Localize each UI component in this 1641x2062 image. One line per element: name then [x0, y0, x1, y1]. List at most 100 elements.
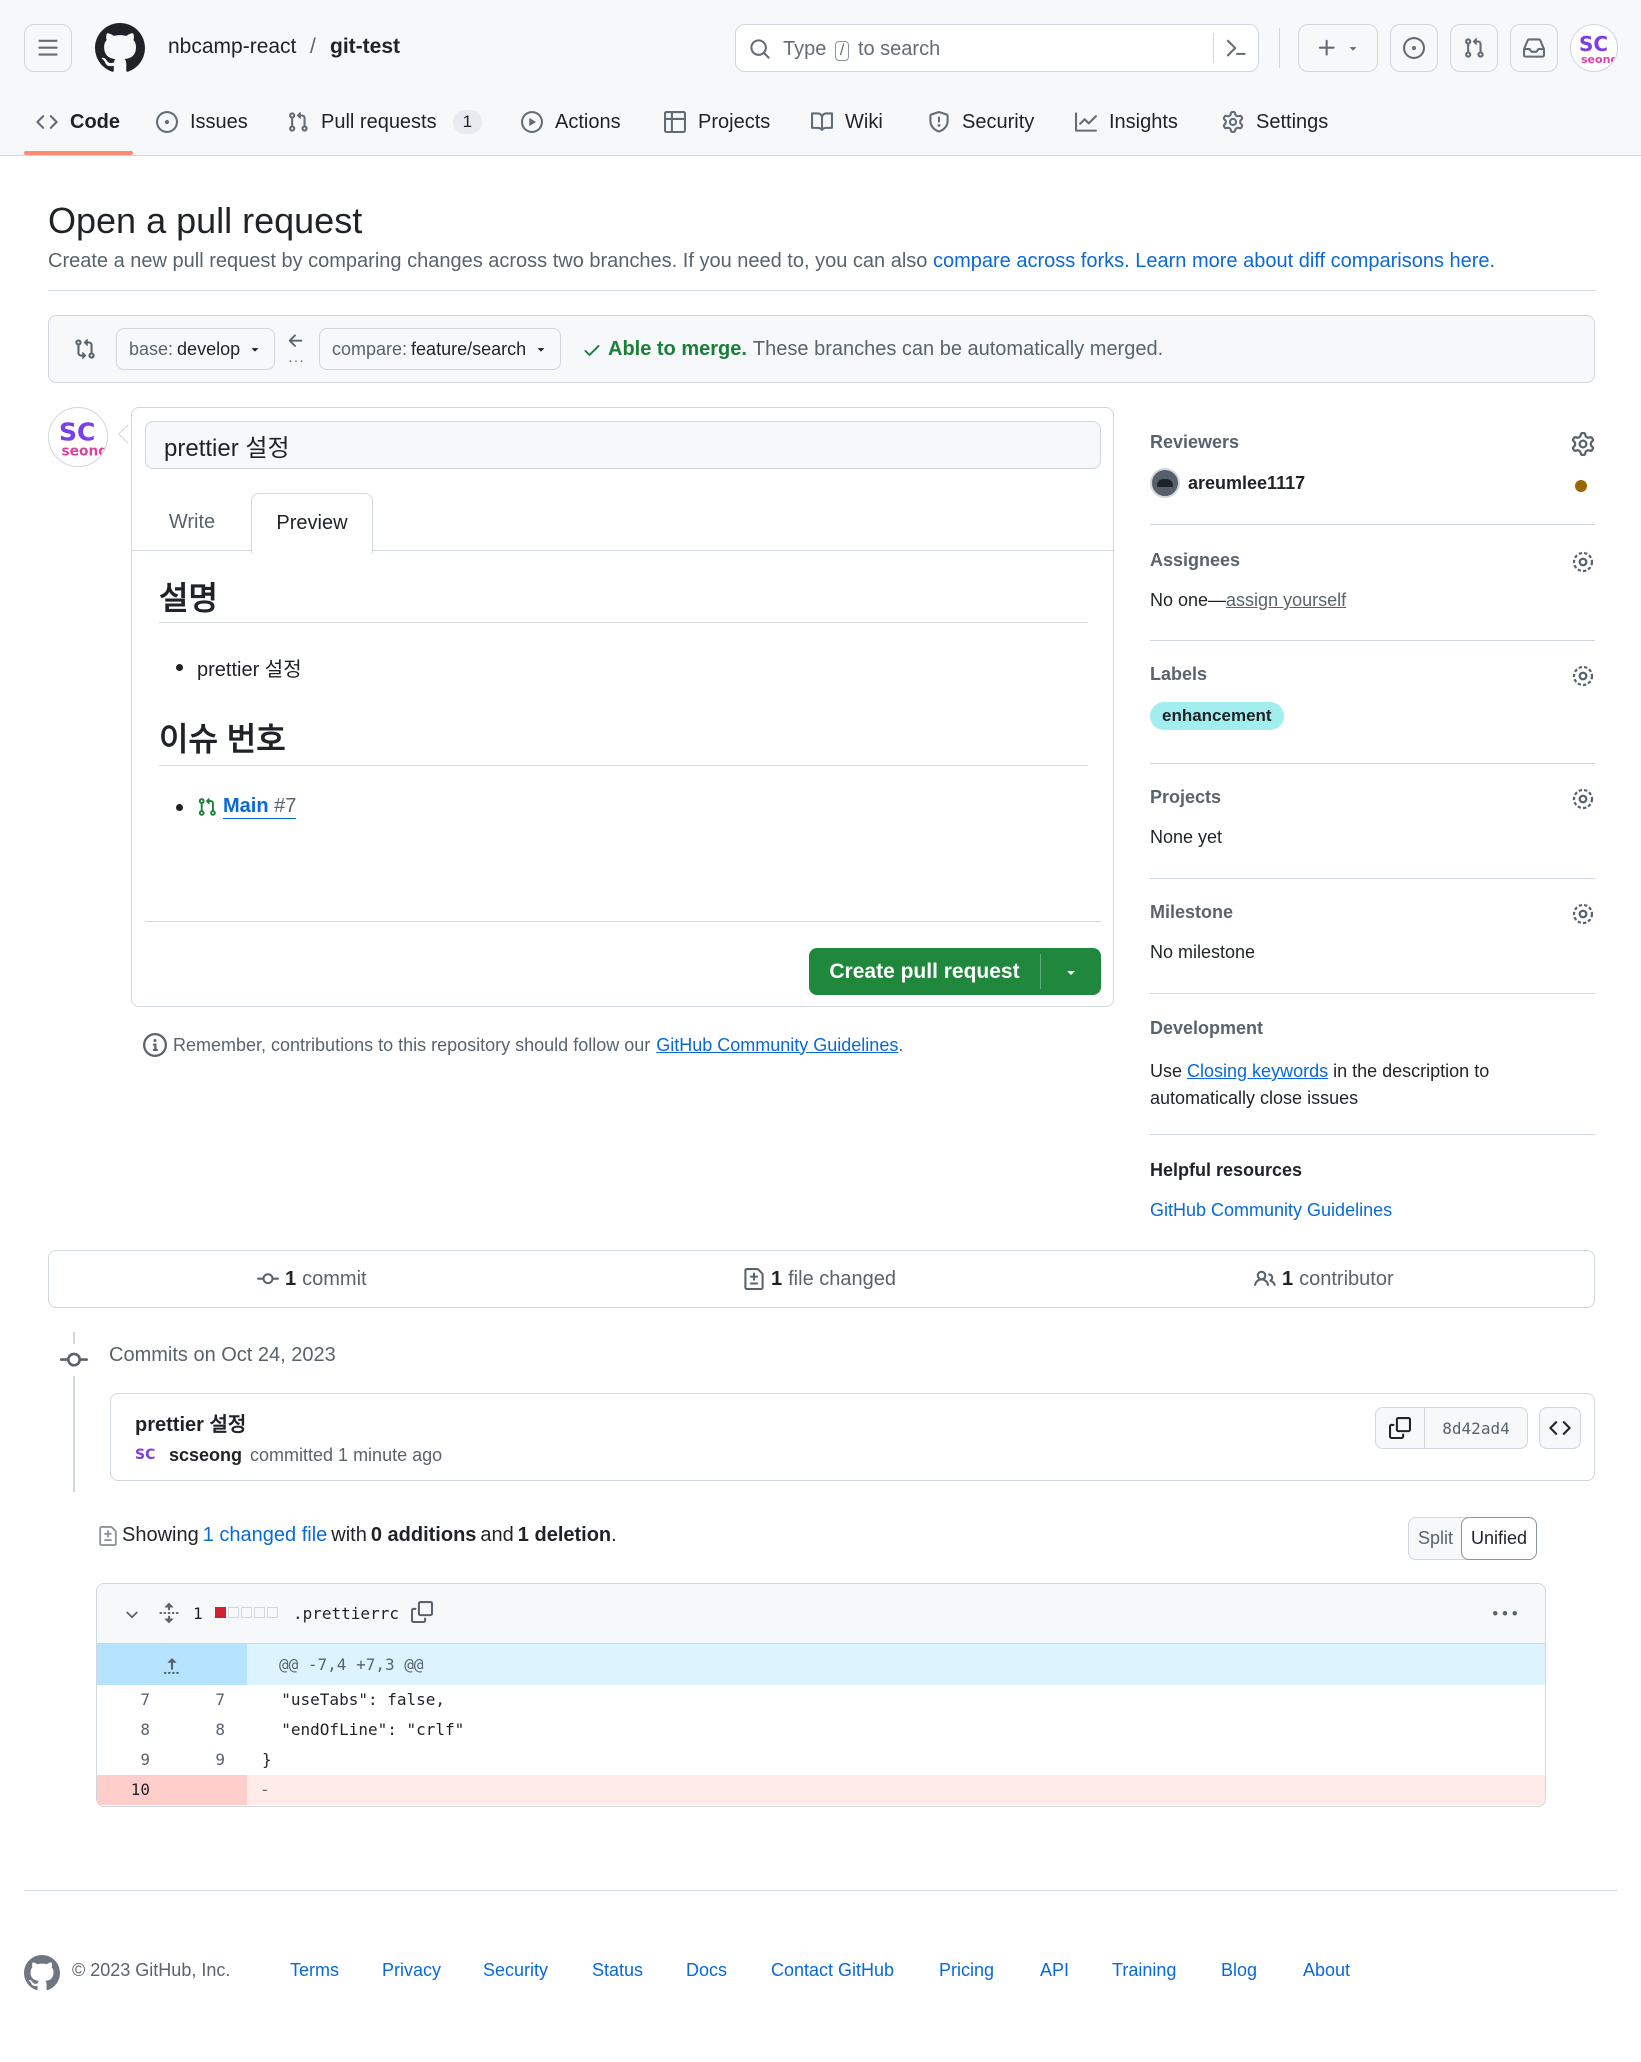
community-guidelines-link[interactable]: GitHub Community Guidelines [656, 1035, 898, 1056]
command-palette-icon[interactable] [1225, 37, 1247, 59]
book-icon [811, 112, 833, 131]
footer-link-contact[interactable]: Contact GitHub [771, 1960, 894, 1981]
sc-avatar-icon: SC seong [59, 418, 109, 460]
footer-link-api[interactable]: API [1040, 1960, 1069, 1981]
diff-line: 88 "endOfLine": "crlf" [140, 1720, 465, 1739]
file-diff: 1 .prettierrc @@ -7,4 +7,3 @@ 77 "useTab… [96, 1583, 1546, 1807]
expand-up-icon[interactable] [97, 1644, 247, 1685]
page-title: Open a pull request [48, 200, 363, 241]
tab-preview[interactable]: Preview [251, 493, 373, 553]
tab-issues[interactable]: Issues [156, 104, 248, 140]
pull-requests-button[interactable] [1450, 24, 1498, 72]
gear-icon[interactable] [1571, 432, 1595, 456]
gear-icon[interactable] [1571, 787, 1595, 811]
tab-settings[interactable]: Settings [1222, 104, 1328, 140]
footer-link-training[interactable]: Training [1112, 1960, 1176, 1981]
commit-sha-link[interactable]: 8d42ad4 [1424, 1407, 1528, 1449]
closing-keywords-link[interactable]: Closing keywords [1187, 1061, 1328, 1081]
git-pull-request-icon [1465, 37, 1484, 58]
footer-link-status[interactable]: Status [592, 1960, 643, 1981]
tab-security[interactable]: Security [928, 104, 1034, 140]
page-subtitle: Create a new pull request by comparing c… [48, 250, 1496, 272]
create-new-button[interactable] [1298, 24, 1378, 72]
contributors-tab[interactable]: 1 contributor [1254, 1251, 1394, 1307]
assign-yourself-link[interactable]: assign yourself [1226, 590, 1346, 610]
svg-text:SC: SC [59, 418, 95, 447]
browse-code-button[interactable] [1539, 1407, 1581, 1449]
commit-author-link[interactable]: scseong [169, 1445, 242, 1466]
tab-actions[interactable]: Actions [521, 104, 621, 140]
footer-link-pricing[interactable]: Pricing [939, 1960, 994, 1981]
footer-link-about[interactable]: About [1303, 1960, 1350, 1981]
tab-insights[interactable]: Insights [1075, 104, 1178, 140]
file-diff-icon [744, 1268, 764, 1290]
sidebar-labels: Labels enhancement [1150, 664, 1595, 734]
helpful-guidelines-link[interactable]: GitHub Community Guidelines [1150, 1200, 1392, 1221]
list-item: prettier 설정 [176, 653, 302, 682]
github-logo-icon[interactable] [95, 23, 145, 73]
create-options-dropdown[interactable] [1041, 948, 1101, 995]
git-compare-icon [75, 338, 95, 360]
unified-view-button[interactable]: Unified [1461, 1517, 1538, 1560]
tab-projects[interactable]: Projects [664, 104, 770, 140]
footer-link-terms[interactable]: Terms [290, 1960, 339, 1981]
gear-icon[interactable] [1571, 664, 1595, 688]
footer-link-blog[interactable]: Blog [1221, 1960, 1257, 1981]
tab-wiki[interactable]: Wiki [811, 104, 883, 140]
github-logo-icon[interactable] [24, 1955, 60, 1991]
gear-icon[interactable] [1571, 902, 1595, 926]
gear-icon[interactable] [1571, 550, 1595, 574]
active-tab-indicator [24, 151, 133, 155]
review-pending-dot [1575, 480, 1587, 492]
unfold-icon[interactable] [158, 1602, 180, 1624]
inbox-button[interactable] [1510, 24, 1558, 72]
split-view-button[interactable]: Split [1409, 1518, 1462, 1559]
hamburger-menu-button[interactable] [24, 24, 72, 72]
sc-avatar-icon: SC [135, 1447, 155, 1463]
issues-button[interactable] [1390, 24, 1438, 72]
footer-link-docs[interactable]: Docs [686, 1960, 727, 1981]
diff-filename-link[interactable]: .prettierrc [293, 1604, 399, 1623]
compare-summary-bar: 1 commit 1 file changed 1 contributor [48, 1250, 1595, 1308]
merge-status: Able to merge. These branches can be aut… [582, 338, 1163, 361]
repo-owner-link[interactable]: nbcamp-react [168, 35, 296, 59]
sidebar-milestone: Milestone No milestone [1150, 902, 1595, 972]
files-changed-tab[interactable]: 1 file changed [743, 1251, 896, 1307]
inbox-icon [1523, 38, 1545, 58]
table-icon [664, 111, 686, 133]
diff-line: 77 "useTabs": false, [140, 1690, 446, 1709]
copy-sha-button[interactable] [1375, 1407, 1425, 1449]
footer-link-privacy[interactable]: Privacy [382, 1960, 441, 1981]
footer-link-security[interactable]: Security [483, 1960, 548, 1981]
chevron-down-icon[interactable] [123, 1606, 141, 1624]
learn-more-link[interactable]: Learn more about diff comparisons here. [1135, 250, 1495, 272]
search-input[interactable]: Type / to search [735, 24, 1259, 72]
commits-count-tab[interactable]: 1 commit [257, 1251, 367, 1307]
tab-write[interactable]: Write [146, 493, 238, 551]
commit-message-link[interactable]: prettier 설정 [135, 1408, 246, 1437]
svg-text:seong: seong [62, 444, 109, 460]
compare-across-forks-link[interactable]: compare across forks. [933, 250, 1130, 272]
reviewer-item[interactable]: areumlee1117 [1150, 468, 1305, 498]
global-header: nbcamp-react / git-test Type / to search… [0, 0, 1641, 156]
menu-icon [38, 39, 58, 56]
user-avatar[interactable]: SC seong [1570, 24, 1618, 72]
label-enhancement[interactable]: enhancement [1150, 702, 1284, 730]
copy-icon[interactable] [411, 1601, 433, 1623]
base-branch-select[interactable]: base: develop [116, 328, 276, 370]
compare-branch-select[interactable]: compare: feature/search [319, 328, 562, 370]
changed-files-link[interactable]: 1 changed file [203, 1524, 328, 1547]
pr-title-input[interactable]: prettier 설정 [145, 421, 1101, 469]
sidebar-projects: Projects None yet [1150, 787, 1595, 857]
issue-link[interactable]: Main #7 [223, 795, 297, 819]
create-pull-request-button[interactable]: Create pull request [809, 948, 1101, 995]
file-diff-header: 1 .prettierrc [97, 1584, 1545, 1644]
commit-card: prettier 설정 SC scseong committed 1 minut… [110, 1393, 1595, 1481]
heading-divider [48, 290, 1595, 291]
community-guidelines-note: Remember, contributions to this reposito… [143, 1033, 903, 1057]
kebab-horizontal-icon[interactable] [1493, 1602, 1517, 1626]
diff-change-count: 1 [193, 1604, 203, 1623]
tab-code[interactable]: Code [36, 104, 120, 140]
repo-name-link[interactable]: git-test [330, 35, 400, 59]
tab-pull-requests[interactable]: Pull requests 1 [287, 104, 483, 140]
